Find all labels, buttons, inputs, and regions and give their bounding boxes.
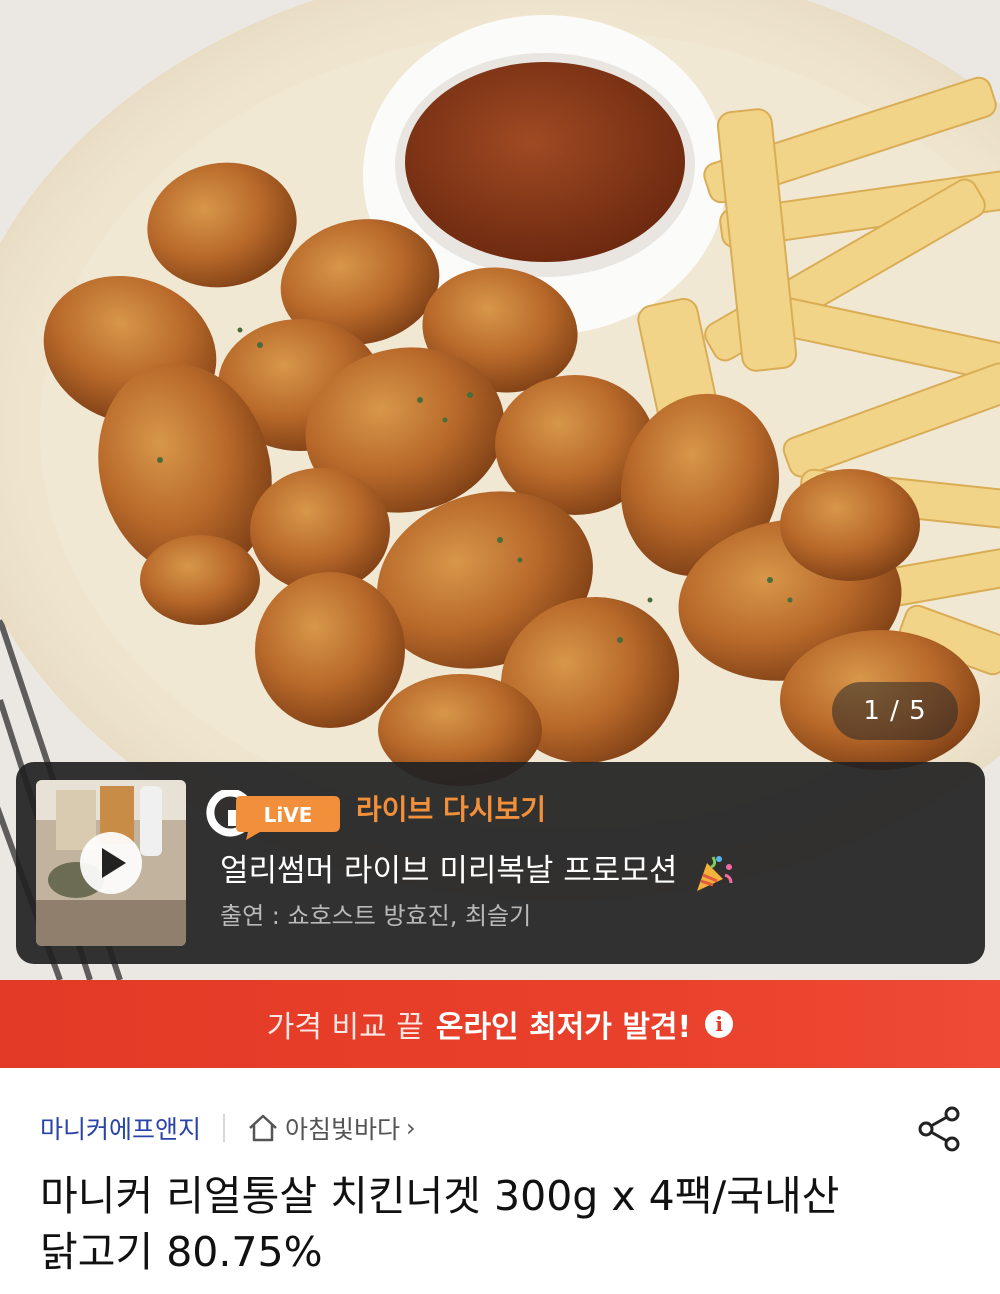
store-name: 아침빛바다 [285, 1115, 401, 1144]
brand-link[interactable]: 마니커에프앤지 [40, 1110, 201, 1146]
share-icon[interactable] [914, 1104, 964, 1154]
live-replay-label[interactable]: 라이브 다시보기 [356, 790, 546, 830]
live-replay-card[interactable]: LiVE 라이브 다시보기 얼리썸머 라이브 미리복날 프로모션 출연 : 쇼호… [16, 762, 985, 964]
live-thumbnail[interactable] [36, 780, 186, 946]
divider [223, 1114, 226, 1142]
live-title-text: 얼리썸머 라이브 미리복날 프로모션 [220, 853, 678, 889]
lowest-price-banner[interactable]: 가격 비교 끝 온라인 최저가 발견! i [0, 980, 1000, 1068]
party-popper-icon [697, 855, 733, 891]
store-link[interactable]: 아침빛바다 › [247, 1110, 416, 1146]
live-cast: 출연 : 쇼호스트 방효진, 최슬기 [220, 902, 532, 930]
image-counter: 1 / 5 [832, 682, 958, 740]
home-icon [249, 1114, 277, 1142]
live-badge-text: LiVE [264, 803, 313, 827]
brand-row: 마니커에프앤지 아침빛바다 › [40, 1106, 416, 1150]
info-icon[interactable]: i [705, 1010, 734, 1038]
chevron-right-icon: › [406, 1114, 416, 1142]
banner-highlight: 온라인 최저가 발견! [435, 1010, 692, 1045]
product-title: 마니커 리얼통살 치킨너겟 300g x 4팩/국내산 닭고기 80.75% [40, 1172, 840, 1276]
live-title[interactable]: 얼리썸머 라이브 미리복날 프로모션 [220, 848, 735, 895]
g-live-logo: LiVE [206, 790, 340, 840]
play-button[interactable] [80, 832, 142, 894]
banner-text: 가격 비교 끝 [266, 1010, 424, 1045]
play-icon [102, 848, 126, 878]
